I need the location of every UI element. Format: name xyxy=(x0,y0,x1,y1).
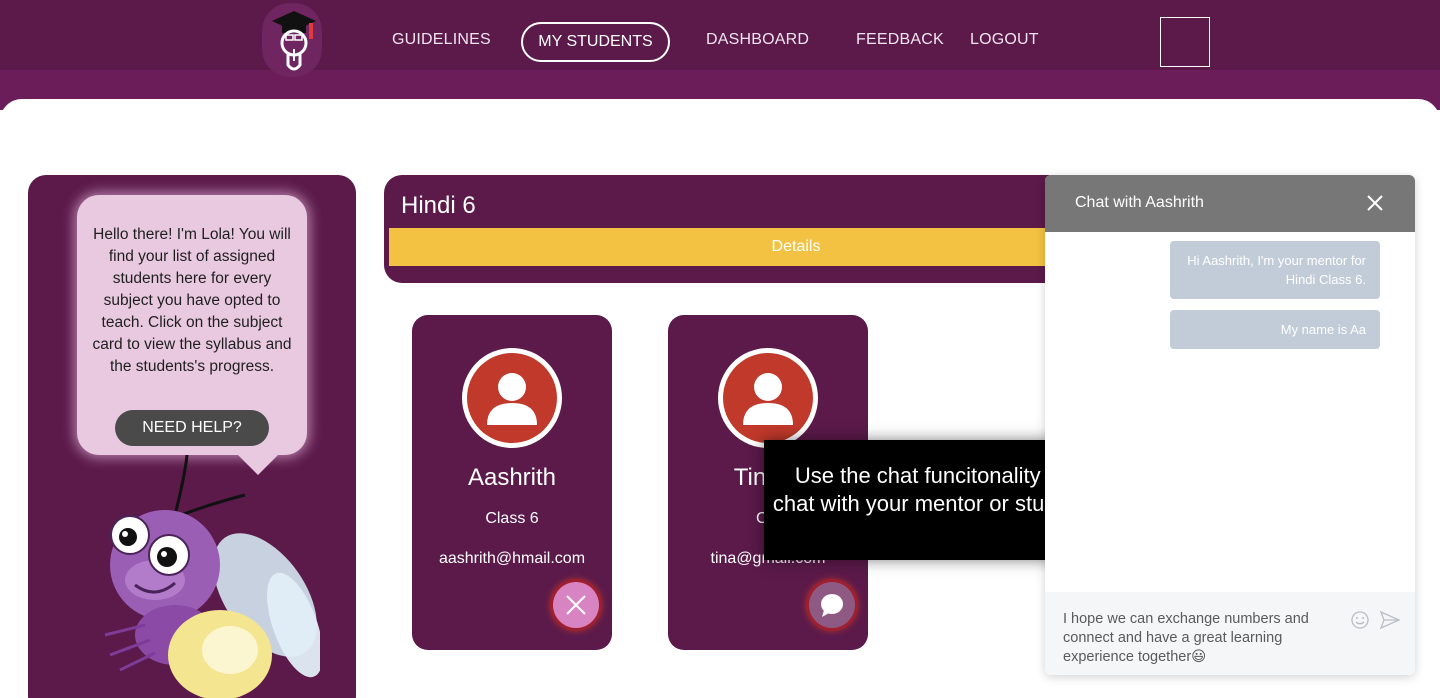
nav-logout[interactable]: LOGOUT xyxy=(970,31,1039,49)
nav-feedback[interactable]: FEEDBACK xyxy=(856,31,944,49)
chat-title: Chat with Aashrith xyxy=(1075,194,1204,211)
app-logo[interactable] xyxy=(262,3,322,77)
chat-message: Hi Aashrith, I'm your mentor for Hindi C… xyxy=(1170,241,1380,299)
send-icon[interactable] xyxy=(1379,610,1401,630)
chat-close-button[interactable] xyxy=(1363,189,1387,217)
tooltip-text: Use the chat funcitonality to chat with … xyxy=(772,463,1088,516)
close-icon xyxy=(1367,195,1383,211)
emoji-icon[interactable] xyxy=(1350,610,1370,630)
need-help-button[interactable]: NEED HELP? xyxy=(115,410,269,446)
nav-my-students[interactable]: MY STUDENTS xyxy=(521,22,670,62)
student-class: Class 6 xyxy=(485,510,539,527)
remove-student-button[interactable] xyxy=(553,582,599,628)
student-name: Aashrith xyxy=(467,464,557,491)
nav-dashboard[interactable]: DASHBOARD xyxy=(706,31,809,49)
chat-student-button[interactable] xyxy=(809,582,855,628)
close-icon xyxy=(566,595,586,615)
nav-guidelines[interactable]: GUIDELINES xyxy=(392,31,491,49)
chat-message: My name is Aa xyxy=(1170,310,1380,349)
graduation-bulb-icon xyxy=(272,11,316,71)
chat-input[interactable]: I hope we can exchange numbers and conne… xyxy=(1063,610,1333,667)
details-button[interactable]: Details xyxy=(389,228,1079,266)
student-email: aashrith@hmail.com xyxy=(438,550,586,567)
firefly-mascot-icon xyxy=(104,455,320,698)
user-avatar[interactable] xyxy=(1160,17,1210,67)
chat-icon xyxy=(821,594,843,617)
student-avatar xyxy=(462,348,562,448)
chat-panel: Chat with Aashrith Hi Aashrith, I'm your… xyxy=(1045,175,1415,675)
subject-title: Hindi 6 xyxy=(401,192,476,219)
lola-message: Hello there! I'm Lola! You will find you… xyxy=(92,226,292,375)
user-icon xyxy=(743,373,793,425)
student-avatar xyxy=(718,348,818,448)
user-icon xyxy=(487,373,537,425)
